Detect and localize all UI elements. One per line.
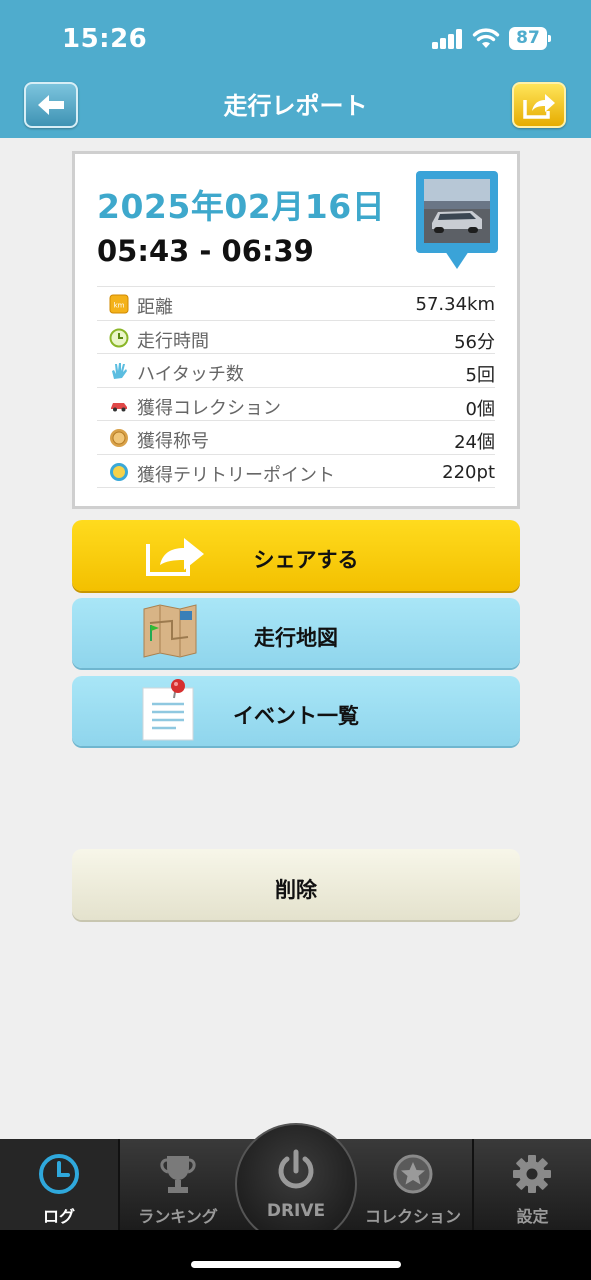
report-card: 2025年02月16日 05:43 - 06:39 km 距離 57.34km … xyxy=(72,151,520,509)
stat-row-high-touch: ハイタッチ数 5回 xyxy=(97,353,495,387)
delete-button[interactable]: 削除 xyxy=(72,849,520,920)
cellular-signal-icon xyxy=(432,29,464,49)
km-icon: km xyxy=(109,294,129,314)
stat-label: 獲得テリトリーポイント xyxy=(137,464,335,486)
power-icon xyxy=(278,1149,314,1189)
stat-row-titles: 獲得称号 24個 xyxy=(97,420,495,454)
report-time-range: 05:43 - 06:39 xyxy=(97,234,314,268)
status-time: 15:26 xyxy=(62,24,148,54)
star-icon xyxy=(393,1154,433,1194)
stat-row-drive-time: 走行時間 56分 xyxy=(97,319,495,354)
stat-label: ハイタッチ数 xyxy=(137,364,244,386)
stat-row-collection: 獲得コレクション 0個 xyxy=(97,386,495,421)
tab-collection-label: コレクション xyxy=(364,1207,461,1226)
share-icon xyxy=(523,94,555,119)
stat-label: 走行時間 xyxy=(137,330,209,352)
stat-value: 5回 xyxy=(465,365,495,387)
status-bar: 15:26 87 xyxy=(0,0,591,78)
tab-log[interactable]: ログ xyxy=(0,1139,118,1230)
drive-button-label: DRIVE xyxy=(266,1201,326,1221)
battery-icon: 87 xyxy=(509,27,551,50)
home-indicator[interactable] xyxy=(191,1261,401,1268)
stat-value: 24個 xyxy=(454,432,495,454)
car-icon xyxy=(111,402,127,412)
share-button[interactable]: シェアする xyxy=(72,520,520,591)
tab-log-label: ログ xyxy=(42,1207,75,1226)
hand-icon xyxy=(112,363,127,380)
svg-text:km: km xyxy=(114,302,125,310)
share-top-button[interactable] xyxy=(512,82,566,128)
tab-settings-label: 設定 xyxy=(516,1207,549,1226)
spot-icon xyxy=(110,462,128,481)
wifi-icon xyxy=(472,28,500,48)
gear-icon xyxy=(513,1155,551,1193)
drive-map-button-label: 走行地図 xyxy=(254,626,338,650)
stat-row-territory: 獲得テリトリーポイント 220pt xyxy=(97,453,495,488)
stat-label: 距離 xyxy=(137,297,173,318)
tab-collection[interactable]: コレクション xyxy=(354,1139,472,1230)
event-list-button-label: イベント一覧 xyxy=(233,704,359,728)
stat-value: 0個 xyxy=(465,398,495,420)
clock-icon xyxy=(39,1154,79,1194)
stat-value: 220pt xyxy=(442,461,495,483)
page-title: 走行レポート xyxy=(223,92,368,120)
tab-settings[interactable]: 設定 xyxy=(474,1139,591,1230)
share-button-label: シェアする xyxy=(253,548,359,572)
stats-list: km 距離 57.34km 走行時間 56分 ハイタッチ数 5回 獲得コレクショ… xyxy=(97,286,495,488)
stat-label: 獲得コレクション xyxy=(137,397,281,419)
battery-level: 87 xyxy=(509,27,547,50)
stat-value: 56分 xyxy=(454,331,495,353)
drive-map-button[interactable]: 走行地図 xyxy=(72,598,520,668)
car-photo xyxy=(424,179,490,243)
trophy-icon xyxy=(160,1156,196,1193)
tab-ranking[interactable]: ランキング xyxy=(120,1139,236,1230)
delete-button-label: 削除 xyxy=(275,878,317,902)
tab-ranking-label: ランキング xyxy=(138,1207,218,1226)
medal-icon xyxy=(110,429,128,448)
photo-pin[interactable] xyxy=(416,171,498,277)
drive-button[interactable]: DRIVE xyxy=(235,1123,357,1245)
report-date: 2025年02月16日 xyxy=(97,187,386,226)
home-indicator-area xyxy=(0,1230,591,1280)
stat-value: 57.34km xyxy=(415,294,496,315)
stat-label: 獲得称号 xyxy=(137,431,209,453)
clock-icon xyxy=(109,328,129,348)
stat-row-distance: km 距離 57.34km xyxy=(97,286,495,320)
event-list-button[interactable]: イベント一覧 xyxy=(72,676,520,746)
